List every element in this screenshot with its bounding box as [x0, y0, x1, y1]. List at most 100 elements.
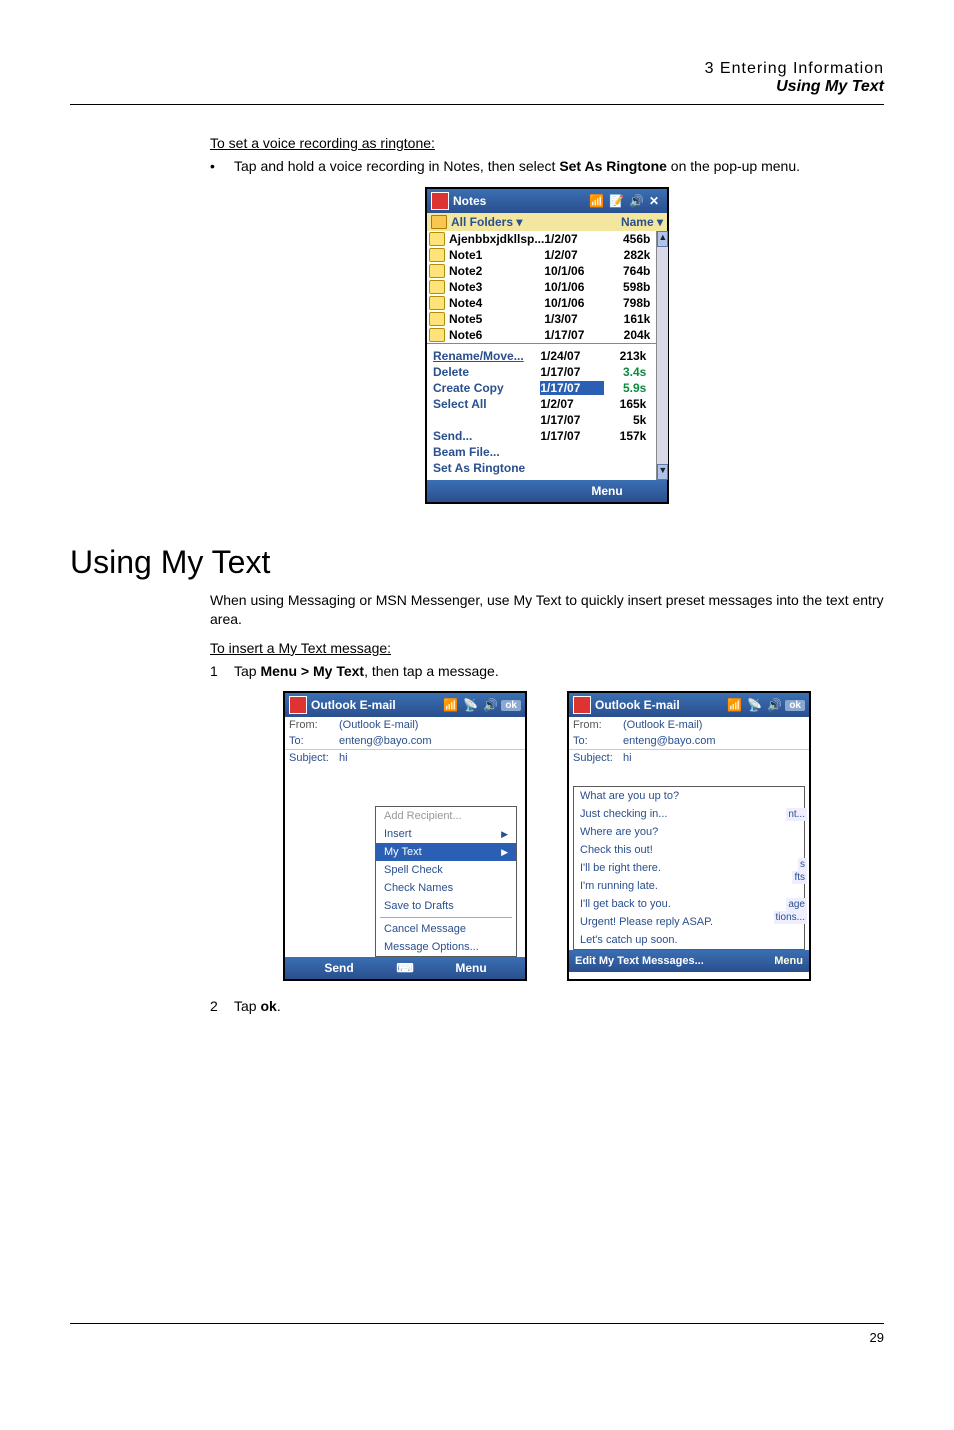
- mytext-item[interactable]: Just checking in...: [574, 805, 804, 823]
- outlook-softbar-left: Send ⌨ Menu: [285, 957, 525, 979]
- menu-fragment: s: [798, 858, 807, 871]
- note-name: Note3: [449, 280, 544, 294]
- context-menu-item[interactable]: Set As Ringtone: [433, 460, 650, 476]
- mytext-item[interactable]: Urgent! Please reply ASAP.: [574, 913, 804, 931]
- note-row[interactable]: Note210/1/06764b: [427, 263, 656, 279]
- sort-label[interactable]: Name ▾: [621, 215, 663, 229]
- ringtone-step: Tap and hold a voice recording in Notes,…: [234, 157, 800, 177]
- context-menu-item[interactable]: Select All1/2/07165k: [433, 396, 650, 412]
- ok-button[interactable]: ok: [501, 700, 521, 711]
- note-date: 1/17/07: [544, 328, 608, 342]
- folder-icon: [431, 215, 447, 229]
- signal-icon: 📶: [443, 698, 457, 712]
- mytext-item[interactable]: Where are you?: [574, 823, 804, 841]
- start-flag-icon: [573, 696, 591, 714]
- menu-fragment: Menu: [774, 955, 803, 967]
- mytext-item[interactable]: Check this out!: [574, 841, 804, 859]
- note-row[interactable]: Ajenbbxjdkllsp...1/2/07456b: [427, 231, 656, 247]
- compose-menu-item[interactable]: Message Options...: [376, 938, 516, 956]
- notes-softbar: Menu: [427, 480, 667, 502]
- ok-button[interactable]: ok: [785, 700, 805, 711]
- context-menu-item[interactable]: Beam File...: [433, 444, 650, 460]
- from-line: From: (Outlook E-mail): [285, 717, 525, 733]
- note-icon: [429, 248, 445, 262]
- compose-menu-item[interactable]: My Text▶: [376, 843, 516, 861]
- note-name: Ajenbbxjdkllsp...: [449, 232, 544, 246]
- submenu-arrow-icon: ▶: [501, 829, 508, 840]
- edit-mytext-button[interactable]: Edit My Text Messages...: [575, 955, 704, 967]
- compose-menu-item[interactable]: Spell Check: [376, 861, 516, 879]
- context-menu-item[interactable]: Delete1/17/073.4s: [433, 364, 650, 380]
- mytext-intro: When using Messaging or MSN Messenger, u…: [210, 591, 884, 630]
- compose-menu-item[interactable]: Cancel Message: [376, 920, 516, 938]
- context-menu-item[interactable]: Create Copy1/17/075.9s: [433, 380, 650, 396]
- note-size: 282k: [608, 248, 654, 262]
- note-date: 10/1/06: [544, 280, 608, 294]
- note-row[interactable]: Note61/17/07204k: [427, 327, 656, 343]
- context-menu-item[interactable]: Rename/Move...1/24/07213k: [433, 348, 650, 364]
- note-row[interactable]: Note310/1/06598b: [427, 279, 656, 295]
- note-row[interactable]: Note51/3/07161k: [427, 311, 656, 327]
- menu-button[interactable]: Menu: [417, 961, 525, 975]
- outlook-titlebar-left: Outlook E-mail 📶 📡 🔊 ok: [285, 693, 525, 717]
- compose-menu-item[interactable]: Check Names: [376, 879, 516, 897]
- page-number: 29: [70, 1330, 884, 1345]
- mytext-item[interactable]: Let's catch up soon.: [574, 931, 804, 949]
- compose-menu-item[interactable]: Insert▶: [376, 825, 516, 843]
- context-menu-item: 1/17/075k: [433, 412, 650, 428]
- notes-soft-right[interactable]: Menu: [547, 484, 667, 498]
- menu-separator: [380, 917, 512, 918]
- note-icon: [429, 296, 445, 310]
- mytext-item[interactable]: I'm running late.: [574, 877, 804, 895]
- to-line[interactable]: To: enteng@bayo.com: [285, 733, 525, 749]
- note-name: Note4: [449, 296, 544, 310]
- note-size: 598b: [608, 280, 654, 294]
- note-name: Note2: [449, 264, 544, 278]
- outlook-title-right: Outlook E-mail: [595, 698, 680, 712]
- context-menu: Rename/Move...1/24/07213kDelete1/17/073.…: [427, 343, 656, 480]
- context-menu-item[interactable]: Send...1/17/07157k: [433, 428, 650, 444]
- to-line[interactable]: To: enteng@bayo.com: [569, 733, 809, 749]
- mytext-item[interactable]: What are you up to?: [574, 787, 804, 805]
- antenna-icon: 📡: [747, 698, 761, 712]
- folders-bar[interactable]: All Folders ▾ Name ▾: [427, 213, 667, 231]
- note-icon: [429, 280, 445, 294]
- note-size: 204k: [608, 328, 654, 342]
- subject-line[interactable]: Subject: hi: [569, 750, 809, 766]
- volume-icon: 🔊: [483, 698, 497, 712]
- notes-screenshot: Notes 📶 📝 🔊 ✕ All Folders ▾ Name ▾ Ajenb…: [425, 187, 669, 504]
- scrollbar[interactable]: ▲ ▼: [656, 231, 668, 480]
- start-flag-icon: [289, 696, 307, 714]
- notes-title: Notes: [453, 194, 486, 208]
- send-button[interactable]: Send: [285, 961, 393, 975]
- note-row[interactable]: Note11/2/07282k: [427, 247, 656, 263]
- signal-icon: 📶: [589, 194, 603, 208]
- menu-fragment: tions...: [774, 911, 807, 924]
- step-1-text: Tap Menu > My Text, then tap a message.: [234, 662, 499, 682]
- note-size: 764b: [608, 264, 654, 278]
- header-rule: [70, 104, 884, 105]
- compose-menu-item: Add Recipient...: [376, 807, 516, 825]
- signal-icon: 📶: [727, 698, 741, 712]
- scroll-up-icon[interactable]: ▲: [657, 231, 668, 247]
- subject-line[interactable]: Subject: hi: [285, 750, 525, 766]
- menu-fragment: age: [786, 898, 807, 911]
- mytext-item[interactable]: I'll get back to you.: [574, 895, 804, 913]
- compose-menu-item[interactable]: Save to Drafts: [376, 897, 516, 915]
- close-icon: ✕: [649, 194, 663, 208]
- note-row[interactable]: Note410/1/06798b: [427, 295, 656, 311]
- mytext-item[interactable]: I'll be right there.: [574, 859, 804, 877]
- submenu-arrow-icon: ▶: [501, 847, 508, 858]
- note-size: 161k: [608, 312, 654, 326]
- note-icon: [429, 328, 445, 342]
- new-note-icon: 📝: [609, 194, 623, 208]
- keyboard-icon[interactable]: ⌨: [393, 961, 417, 975]
- outlook-screenshot-menu: Outlook E-mail 📶 📡 🔊 ok From: (Outlook E…: [283, 691, 527, 981]
- bullet: •: [210, 157, 234, 177]
- outlook-screenshot-mytext: Outlook E-mail 📶 📡 🔊 ok From: (Outlook E…: [567, 691, 811, 981]
- insert-heading: To insert a My Text message:: [210, 640, 884, 656]
- scroll-down-icon[interactable]: ▼: [657, 464, 668, 480]
- note-name: Note1: [449, 248, 544, 262]
- note-name: Note6: [449, 328, 544, 342]
- header-section: Using My Text: [70, 78, 884, 96]
